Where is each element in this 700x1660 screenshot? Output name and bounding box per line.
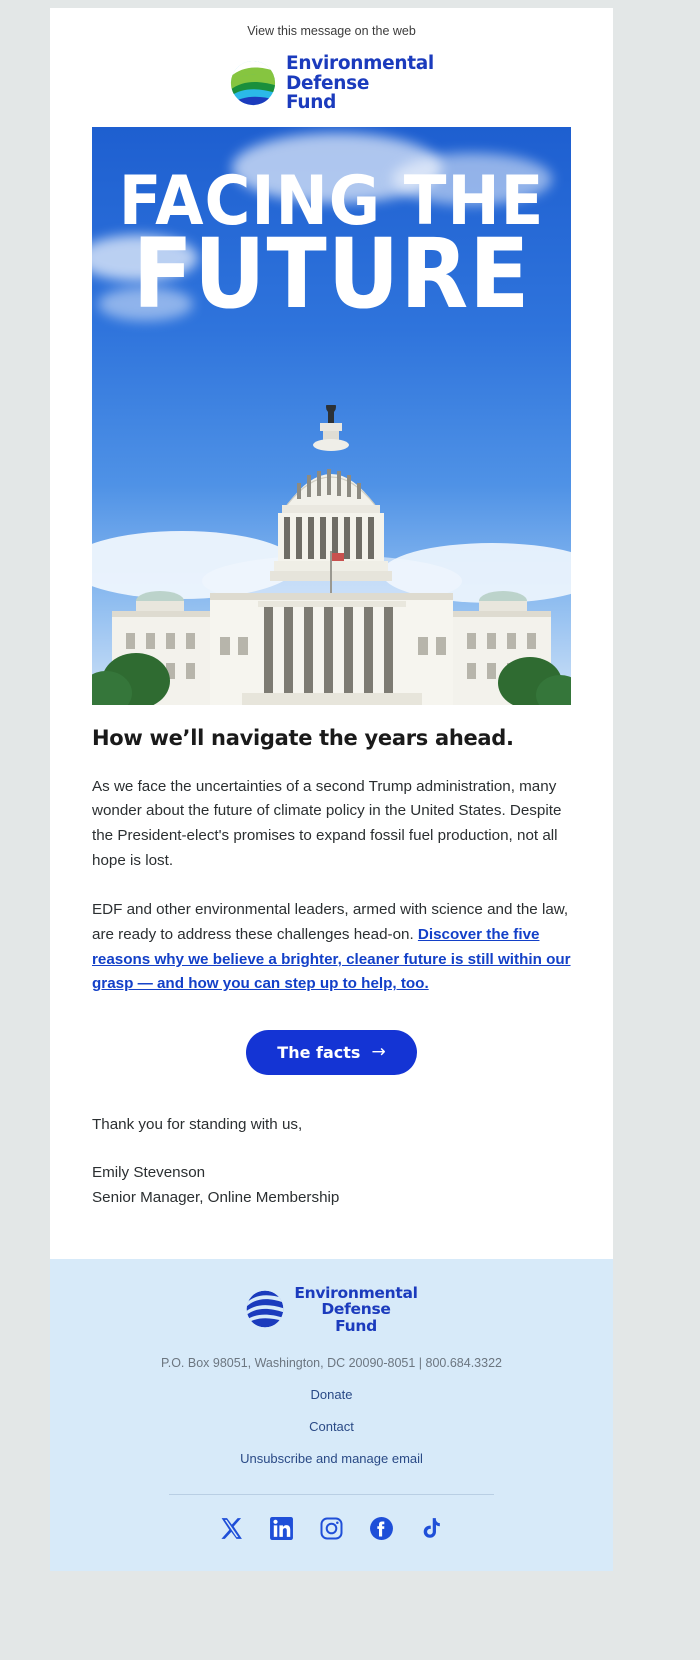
header-logo[interactable]: Environmental Defense Fund <box>50 46 613 127</box>
email-page: View this message on the web Environment… <box>0 0 700 1660</box>
edf-logo[interactable]: Environmental Defense Fund <box>229 54 434 113</box>
signature-block: Emily Stevenson Senior Manager, Online M… <box>92 1161 571 1210</box>
hero-title-line-2: FUTURE <box>132 218 531 331</box>
instagram-icon[interactable] <box>319 1516 344 1541</box>
footer-address: P.O. Box 98051, Washington, DC 20090-805… <box>161 1355 502 1370</box>
capitol-building-illustration <box>92 404 571 705</box>
footer-logo[interactable]: Environmental Defense Fund <box>50 1283 613 1340</box>
signoff-text: Thank you for standing with us, <box>92 1115 303 1133</box>
footer-link-contact[interactable]: Contact <box>50 1419 613 1434</box>
footer-wordmark-line-2: Defense <box>321 1300 391 1319</box>
arrow-right-icon: → <box>371 1041 386 1062</box>
the-facts-button[interactable]: The facts → <box>246 1029 417 1075</box>
linkedin-icon[interactable] <box>269 1516 294 1541</box>
email-body: How we’ll navigate the years ahead. As w… <box>50 726 613 1259</box>
email-card: View this message on the web Environment… <box>50 8 613 1571</box>
edf-globe-icon-mono <box>245 1289 285 1329</box>
edf-wordmark-footer: Environmental Defense Fund <box>294 1283 418 1335</box>
view-on-web-link[interactable]: View this message on the web <box>247 24 416 38</box>
tiktok-icon[interactable] <box>419 1516 444 1541</box>
cta-row: The facts → <box>92 1029 571 1075</box>
signature-name: Emily Stevenson <box>92 1164 206 1182</box>
x-twitter-icon[interactable] <box>219 1516 244 1541</box>
paragraph-1: As we face the uncertainties of a second… <box>92 777 562 869</box>
paragraph-2: EDF and other environmental leaders, arm… <box>92 898 571 997</box>
footer-wordmark-line-3: Fund <box>335 1316 377 1335</box>
social-links <box>50 1516 613 1541</box>
email-footer: Environmental Defense Fund P.O. Box 9805… <box>50 1258 613 1571</box>
edf-logo-footer[interactable]: Environmental Defense Fund <box>245 1283 418 1335</box>
footer-link-unsubscribe[interactable]: Unsubscribe and manage email <box>50 1451 613 1466</box>
hero-title: FACING THE FUTURE <box>92 167 571 331</box>
footer-divider <box>169 1493 494 1495</box>
signature-title: Senior Manager, Online Membership <box>92 1189 340 1207</box>
wordmark-line-3: Fund <box>286 92 337 114</box>
facebook-icon[interactable] <box>369 1516 394 1541</box>
wordmark-line-2: Defense <box>286 72 370 94</box>
preheader-bar: View this message on the web <box>50 8 613 46</box>
footer-wordmark-line-1: Environmental <box>294 1283 418 1302</box>
hero-image[interactable]: FACING THE FUTURE <box>92 126 571 705</box>
page-title: How we’ll navigate the years ahead. <box>92 725 514 750</box>
footer-link-donate[interactable]: Donate <box>50 1387 613 1402</box>
edf-globe-icon <box>229 59 277 107</box>
edf-wordmark: Environmental Defense Fund <box>286 54 434 113</box>
cta-label: The facts <box>277 1042 361 1062</box>
wordmark-line-1: Environmental <box>286 53 434 74</box>
